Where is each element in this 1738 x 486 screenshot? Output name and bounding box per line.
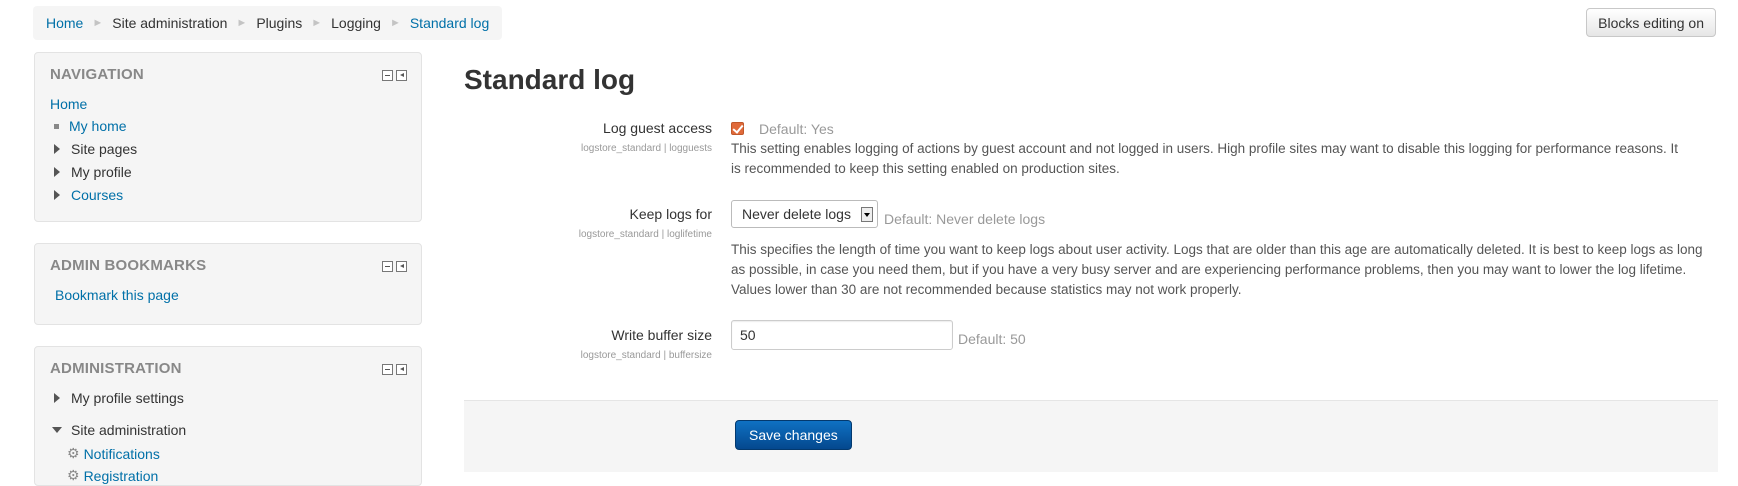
breadcrumb-separator: ► <box>311 17 323 29</box>
nav-item-my-home: My home <box>54 118 127 134</box>
breadcrumb-home[interactable]: Home <box>46 15 83 31</box>
block-controls <box>382 261 407 272</box>
admin-subitem-registration[interactable]: ⚙ Registration <box>67 467 158 484</box>
gear-icon: ⚙ <box>67 445 80 461</box>
breadcrumb-plugins[interactable]: Plugins <box>256 15 302 31</box>
keep-logs-for-default: Default: Never delete logs <box>884 211 1046 227</box>
gear-icon: ⚙ <box>67 467 80 483</box>
page-title: Standard log <box>464 64 636 95</box>
log-guest-access-default: Default: Yes <box>759 121 834 137</box>
nav-item-my-profile-label: My profile <box>71 164 132 180</box>
expand-arrow-icon <box>54 144 60 154</box>
nav-home-link[interactable]: Home <box>50 96 87 112</box>
collapse-arrow-icon <box>52 427 62 433</box>
form-actions: Save changes <box>464 400 1718 472</box>
nav-item-my-home-link[interactable]: My home <box>69 118 127 134</box>
log-guest-access-checkbox[interactable] <box>731 122 744 135</box>
administration-block: ADMINISTRATION My profile settings Site … <box>34 346 422 486</box>
breadcrumb: Home ► Site administration ► Plugins ► L… <box>33 6 503 40</box>
administration-title: ADMINISTRATION <box>50 360 182 377</box>
block-controls <box>382 70 407 81</box>
log-guest-access-label: Log guest access <box>603 120 712 136</box>
breadcrumb-separator: ► <box>389 17 401 29</box>
keep-logs-for-label: Keep logs for <box>629 206 713 222</box>
breadcrumb-site-administration[interactable]: Site administration <box>112 15 227 31</box>
notifications-link[interactable]: Notifications <box>84 446 160 462</box>
write-buffer-size-input[interactable] <box>731 320 953 350</box>
dropdown-arrow-icon <box>860 207 873 222</box>
nav-item-courses[interactable]: Courses <box>54 187 123 203</box>
nav-item-site-pages[interactable]: Site pages <box>54 141 137 157</box>
minimize-icon[interactable] <box>382 364 393 375</box>
keep-logs-for-description: This specifies the length of time you wa… <box>731 242 1703 297</box>
save-changes-button[interactable]: Save changes <box>735 420 852 450</box>
navigation-block: NAVIGATION Home My home Site pages My pr… <box>34 52 422 222</box>
bullet-icon <box>54 123 59 129</box>
admin-bookmarks-title: ADMIN BOOKMARKS <box>50 257 207 274</box>
log-guest-access-description: This setting enables logging of actions … <box>731 141 1679 176</box>
block-controls <box>382 364 407 375</box>
admin-item-site-administration[interactable]: Site administration <box>52 422 186 438</box>
admin-item-my-profile-settings-label: My profile settings <box>71 390 184 406</box>
nav-item-courses-link[interactable]: Courses <box>71 187 123 203</box>
admin-bookmarks-block: ADMIN BOOKMARKS Bookmark this page <box>34 243 422 325</box>
dock-icon[interactable] <box>396 261 407 272</box>
breadcrumb-separator: ► <box>92 17 104 29</box>
navigation-block-title: NAVIGATION <box>50 66 144 83</box>
admin-subitem-notifications[interactable]: ⚙ Notifications <box>67 445 160 462</box>
breadcrumb-logging[interactable]: Logging <box>331 15 381 31</box>
expand-arrow-icon <box>54 190 60 200</box>
dock-icon[interactable] <box>396 364 407 375</box>
minimize-icon[interactable] <box>382 261 393 272</box>
nav-item-site-pages-label: Site pages <box>71 141 138 157</box>
registration-link[interactable]: Registration <box>84 468 159 484</box>
breadcrumb-standard-log[interactable]: Standard log <box>410 15 489 31</box>
dock-icon[interactable] <box>396 70 407 81</box>
admin-item-site-administration-label: Site administration <box>71 422 187 438</box>
keep-logs-for-selected-value: Never delete logs <box>742 206 851 222</box>
keep-logs-for-select[interactable]: Never delete logs <box>731 200 878 228</box>
expand-arrow-icon <box>54 393 60 403</box>
minimize-icon[interactable] <box>382 70 393 81</box>
write-buffer-size-key: logstore_standard | buffersize <box>580 350 712 361</box>
blocks-editing-button[interactable]: Blocks editing on <box>1586 8 1716 37</box>
write-buffer-size-label: Write buffer size <box>611 327 712 343</box>
bookmark-this-page-link[interactable]: Bookmark this page <box>55 287 179 303</box>
breadcrumb-separator: ► <box>236 17 248 29</box>
admin-item-my-profile-settings[interactable]: My profile settings <box>54 390 184 406</box>
nav-item-my-profile[interactable]: My profile <box>54 164 132 180</box>
log-guest-access-key: logstore_standard | logguests <box>580 143 712 154</box>
keep-logs-for-key: logstore_standard | loglifetime <box>578 229 712 240</box>
expand-arrow-icon <box>54 167 60 177</box>
write-buffer-size-default: Default: 50 <box>958 331 1026 347</box>
